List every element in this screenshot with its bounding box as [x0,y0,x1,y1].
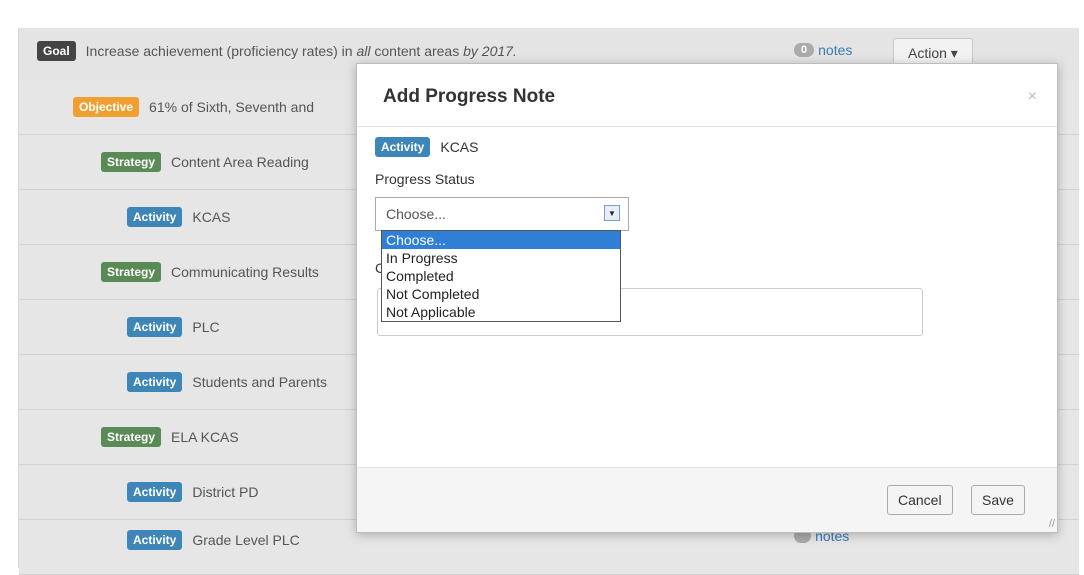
activity-label: Activity [127,372,183,392]
modal-title: Add Progress Note [383,86,556,107]
goal-text: Increase achievement (proficiency rates)… [85,43,517,59]
row-text: Students and Parents [192,374,328,390]
notes-link[interactable]: notes [818,42,852,58]
row-text: PLC [192,319,220,335]
option-choose[interactable]: Choose... [382,231,620,249]
row-text: 61% of Sixth, Seventh and [149,99,315,115]
progress-status-select[interactable]: Choose... ▼ [375,197,629,231]
row-text: Grade Level PLC [192,532,300,548]
progress-status-dropdown: Choose... In Progress Completed Not Comp… [381,230,621,322]
objective-label: Objective [73,97,140,117]
goal-notes[interactable]: 0 notes [794,42,852,58]
goal-label: Goal [37,41,76,61]
cancel-button[interactable]: Cancel [887,485,953,515]
chevron-down-icon[interactable]: ▼ [604,205,620,221]
resize-handle-icon[interactable]: // [1049,518,1055,530]
activity-label: Activity [127,530,183,550]
row-text: KCAS [192,209,231,225]
progress-status-label: Progress Status [375,171,475,187]
add-progress-note-dialog: Add Progress Note × Activity KCAS Progre… [356,63,1058,533]
activity-name: KCAS [440,139,479,155]
option-in-progress[interactable]: In Progress [382,249,620,267]
modal-header: Add Progress Note × [357,64,1057,127]
save-button[interactable]: Save [971,485,1025,515]
activity-line: Activity KCAS [375,137,478,157]
activity-label: Activity [127,317,183,337]
strategy-label: Strategy [101,262,162,282]
row-text: Content Area Reading [171,154,309,170]
notes-count-badge: 0 [794,43,815,57]
row-text: Communicating Results [171,264,319,280]
strategy-label: Strategy [101,152,162,172]
select-value: Choose... [386,206,446,222]
option-not-completed[interactable]: Not Completed [382,285,620,303]
close-icon[interactable]: × [1028,88,1037,106]
option-not-applicable[interactable]: Not Applicable [382,303,620,321]
row-text: ELA KCAS [171,429,239,445]
modal-footer: Cancel Save // [357,467,1057,532]
activity-label: Activity [375,137,431,157]
option-completed[interactable]: Completed [382,267,620,285]
strategy-label: Strategy [101,427,162,447]
activity-label: Activity [127,207,183,227]
row-text: District PD [192,484,259,500]
activity-label: Activity [127,482,183,502]
